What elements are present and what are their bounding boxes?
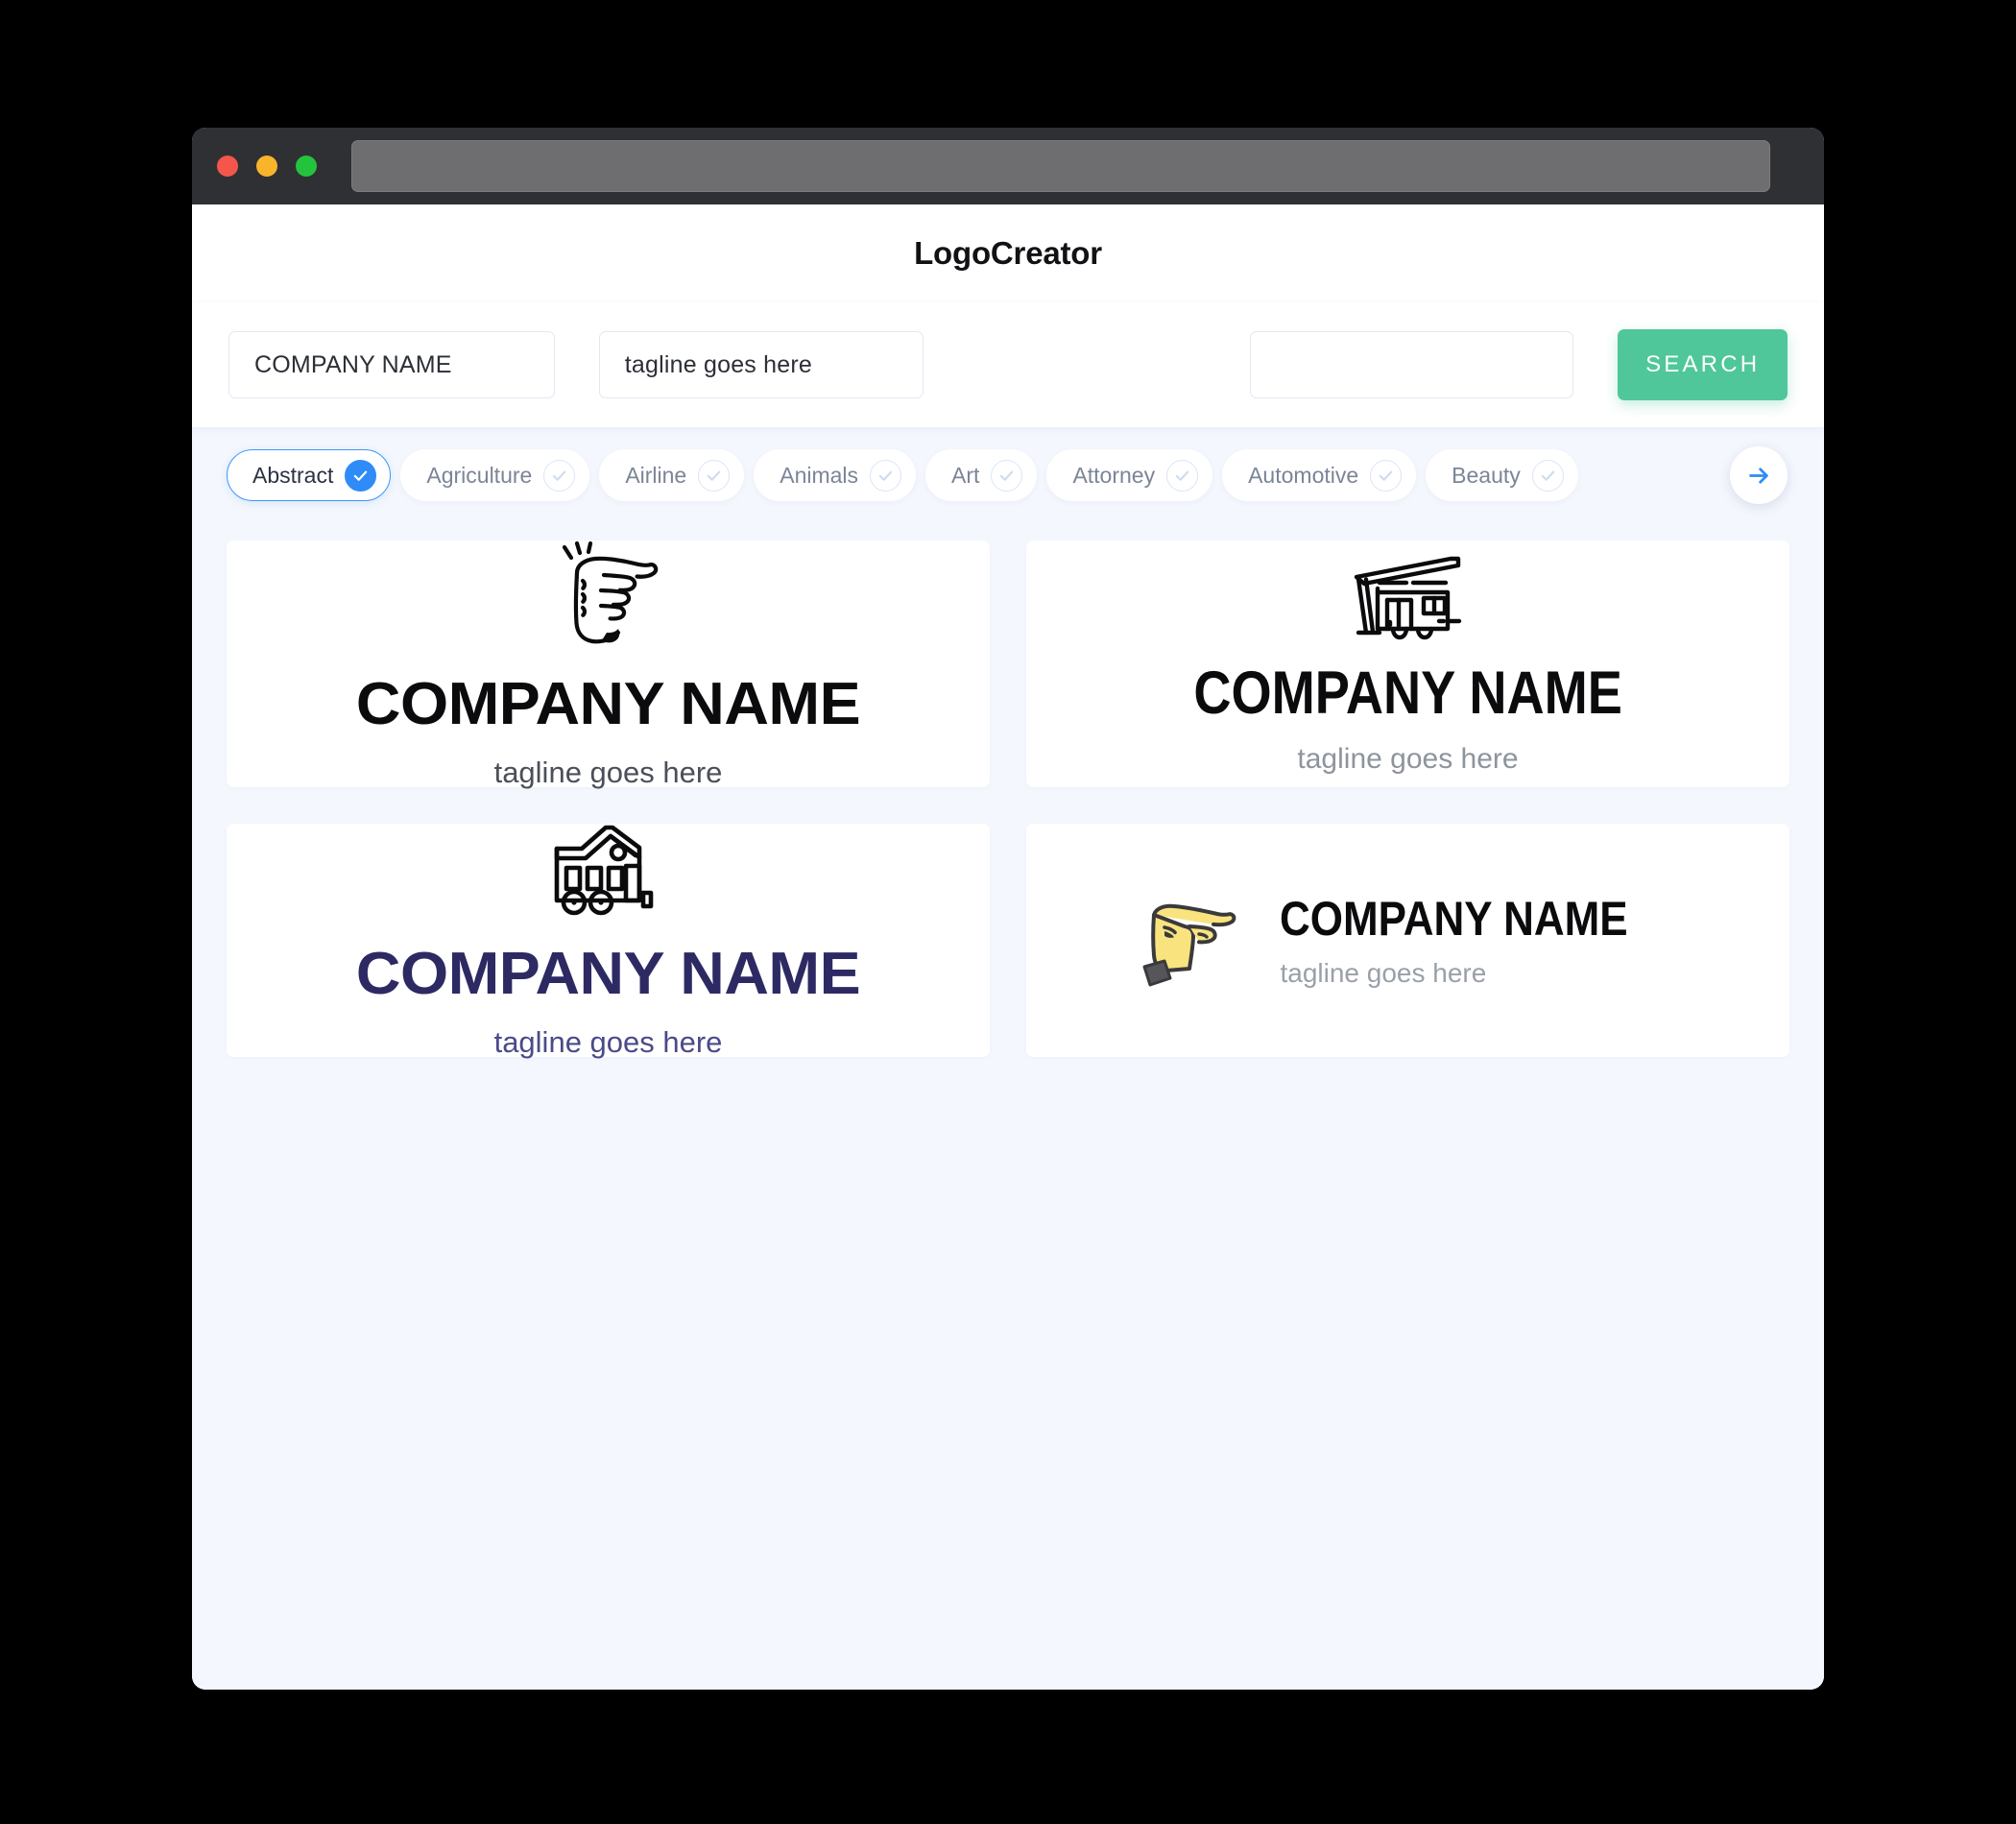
- logo-company-name: COMPANY NAME: [1280, 891, 1629, 946]
- category-pill-art[interactable]: Art: [925, 449, 1038, 501]
- logo-card[interactable]: COMPANY NAME tagline goes here: [227, 824, 990, 1057]
- browser-titlebar: [192, 128, 1824, 204]
- category-pill-beauty[interactable]: Beauty: [1426, 449, 1578, 501]
- keyword-input[interactable]: [1249, 331, 1574, 398]
- next-categories-button[interactable]: [1730, 446, 1788, 504]
- check-icon: [991, 459, 1023, 492]
- category-label: Beauty: [1452, 462, 1521, 488]
- check-icon: [1166, 459, 1199, 492]
- search-button[interactable]: SEARCH: [1618, 329, 1788, 400]
- logo-card[interactable]: COMPANY NAME tagline goes here: [1026, 540, 1789, 787]
- pointing-hand-outline-icon: [562, 540, 658, 644]
- url-bar-input[interactable]: [351, 140, 1770, 192]
- logo-preview: COMPANY NAME tagline goes here: [1159, 554, 1657, 774]
- traffic-light-group: [217, 156, 317, 177]
- maximize-window-button[interactable]: [296, 156, 317, 177]
- category-pill-animals[interactable]: Animals: [754, 449, 917, 501]
- logo-card[interactable]: COMPANY NAME tagline goes here: [227, 540, 990, 787]
- category-label: Attorney: [1072, 462, 1156, 488]
- logo-tagline: tagline goes here: [1297, 743, 1519, 775]
- check-icon: [870, 459, 902, 492]
- logo-tagline: tagline goes here: [493, 1025, 723, 1059]
- category-pill-airline[interactable]: Airline: [599, 449, 745, 501]
- logo-tagline: tagline goes here: [493, 756, 723, 789]
- search-toolbar: COMPANY NAME tagline goes here SEARCH: [192, 302, 1824, 427]
- logo-company-name: COMPANY NAME: [1193, 660, 1622, 727]
- category-label: Agriculture: [426, 462, 533, 488]
- category-label: Art: [951, 462, 980, 488]
- logo-tagline: tagline goes here: [1280, 957, 1487, 988]
- carport-trailer-outline-icon: [1355, 556, 1462, 640]
- screenshot-stage: LogoCreator COMPANY NAME tagline goes he…: [0, 0, 2016, 1824]
- category-filter-bar: Abstract Agriculture Airline Animals Art…: [192, 427, 1824, 523]
- logo-card[interactable]: COMPANY NAME tagline goes here: [1026, 824, 1789, 1057]
- app-header: LogoCreator: [192, 204, 1824, 302]
- logo-preview: COMPANY NAME tagline goes here: [1140, 894, 1675, 988]
- tiny-house-on-wheels-icon: [554, 825, 653, 916]
- page-title: LogoCreator: [914, 235, 1102, 271]
- check-icon: [1370, 459, 1403, 492]
- logo-preview: COMPANY NAME tagline goes here: [356, 824, 861, 1059]
- logo-results-grid: COMPANY NAME tagline goes here COMPANY N…: [192, 523, 1824, 1690]
- tagline-input[interactable]: tagline goes here: [598, 331, 924, 398]
- logo-company-name: COMPANY NAME: [355, 671, 861, 737]
- logo-company-name: COMPANY NAME: [355, 941, 861, 1007]
- close-window-button[interactable]: [217, 156, 238, 177]
- check-icon: [543, 459, 576, 492]
- check-icon: [345, 459, 377, 492]
- logo-preview: COMPANY NAME tagline goes here: [356, 540, 861, 789]
- minimize-window-button[interactable]: [256, 156, 277, 177]
- category-label: Airline: [625, 462, 687, 488]
- category-label: Abstract: [252, 462, 334, 488]
- browser-window: LogoCreator COMPANY NAME tagline goes he…: [192, 128, 1824, 1690]
- check-icon: [1531, 459, 1564, 492]
- category-pill-abstract[interactable]: Abstract: [227, 449, 392, 501]
- category-label: Animals: [780, 462, 859, 488]
- category-pill-agriculture[interactable]: Agriculture: [400, 449, 590, 501]
- logo-text-block: COMPANY NAME tagline goes here: [1280, 895, 1675, 987]
- check-icon: [698, 459, 731, 492]
- category-pill-automotive[interactable]: Automotive: [1222, 449, 1417, 501]
- category-pill-attorney[interactable]: Attorney: [1046, 449, 1213, 501]
- arrow-right-icon: [1748, 467, 1768, 484]
- category-label: Automotive: [1248, 462, 1359, 488]
- pointing-hand-yellow-icon: [1142, 903, 1236, 986]
- company-name-input[interactable]: COMPANY NAME: [228, 331, 555, 398]
